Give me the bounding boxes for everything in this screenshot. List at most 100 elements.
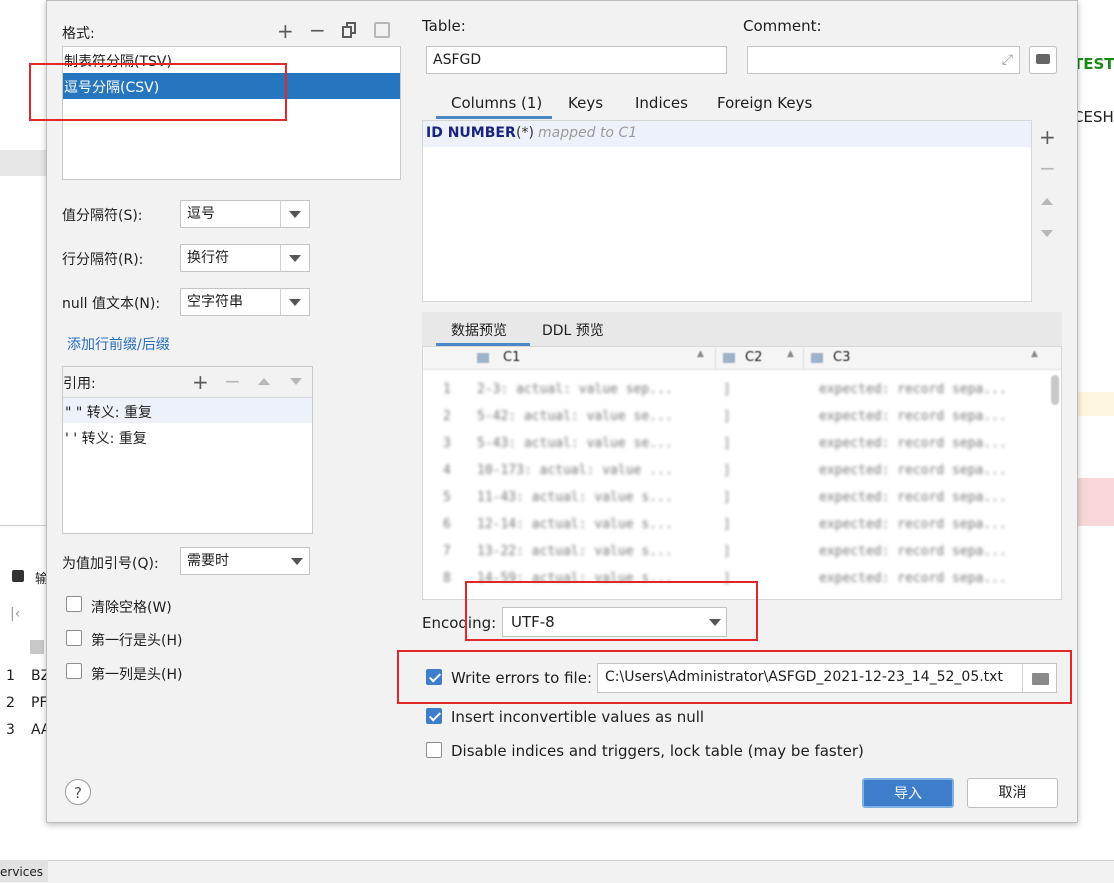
help-icon[interactable]: ? — [65, 779, 91, 805]
preview-row-number: 6 — [443, 517, 451, 532]
preview-cell: ] — [723, 490, 731, 505]
first-row-header-label: 第一行是头(H) — [91, 633, 183, 649]
preview-cell: expected: record sepa... — [819, 409, 1007, 424]
move-down-icon — [1041, 230, 1053, 237]
null-text-select[interactable]: 空字符串 — [180, 288, 310, 316]
first-row-header-checkbox[interactable] — [66, 630, 82, 646]
annotation-box-format — [29, 63, 287, 121]
comment-label: Comment: — [743, 17, 822, 35]
first-page-icon[interactable]: |‹ — [10, 606, 20, 622]
annotation-box-encoding — [465, 581, 758, 641]
copy-icon[interactable] — [342, 22, 358, 39]
preview-row: 7 13-22: actual: value s...] expected: rec… — [425, 540, 1055, 565]
tab-columns[interactable]: Columns (1) — [451, 94, 542, 112]
preview-cell: 5-43: actual: value se... — [477, 436, 673, 451]
preview-cell: expected: record sepa... — [819, 463, 1007, 478]
tab-ddl-preview[interactable]: DDL 预览 — [542, 320, 604, 340]
quote-values-label: 为值加引号(Q): — [62, 556, 159, 572]
preview-cell: 5-42: actual: value se... — [477, 409, 673, 424]
preview-row-number: 3 — [443, 436, 451, 451]
preview-cell: 10-173: actual: value ... — [477, 463, 673, 478]
first-column-header-checkbox[interactable] — [66, 663, 82, 679]
disable-indices-checkbox[interactable] — [426, 742, 442, 758]
column-required-marker: (*) — [516, 125, 534, 141]
preview-cell: ] — [723, 382, 731, 397]
preview-cell: expected: record sepa... — [819, 382, 1007, 397]
save-icon — [374, 22, 390, 38]
services-tab[interactable]: ervices — [0, 860, 48, 882]
cancel-button[interactable]: 取消 — [967, 778, 1058, 808]
move-up-icon — [1041, 198, 1053, 205]
ide-background-left — [0, 0, 47, 882]
ide-background-right — [1076, 0, 1114, 860]
preview-header-c1: C1 — [503, 350, 521, 365]
column-name: ID NUMBER — [426, 125, 516, 141]
column-icon — [30, 640, 44, 654]
quote-toolbar — [63, 367, 312, 398]
ide-highlight-red — [1076, 478, 1114, 526]
chevron-down-icon — [289, 255, 301, 262]
expand-icon[interactable]: ⤢ — [1002, 52, 1013, 68]
move-up-icon — [258, 378, 270, 385]
add-icon[interactable]: + — [192, 372, 209, 392]
add-icon[interactable]: + — [277, 21, 294, 41]
trim-whitespace-checkbox[interactable] — [66, 596, 82, 612]
preview-cell: ] — [723, 544, 731, 559]
null-text-label: null 值文本(N): — [62, 296, 161, 312]
table-name-input[interactable]: ASFGD — [426, 46, 727, 74]
row-separator-select[interactable]: 换行符 — [180, 244, 310, 272]
preview-cell: 12-14: actual: value s... — [477, 517, 673, 532]
preview-row-number: 5 — [443, 490, 451, 505]
ide-code-text: CESHI — [1073, 108, 1114, 126]
preview-cell: ] — [723, 409, 731, 424]
chat-icon — [1036, 54, 1050, 64]
ide-divider — [0, 525, 47, 526]
add-icon[interactable]: + — [1039, 127, 1056, 147]
insert-null-checkbox[interactable] — [426, 708, 442, 724]
add-prefix-suffix-link[interactable]: 添加行前缀/后缀 — [67, 334, 170, 354]
ide-row-num: 3 — [6, 722, 15, 738]
import-button[interactable]: 导入 — [862, 778, 954, 808]
quote-panel: 引用: + − " " 转义: 重复 ' ' 转义: 重复 — [62, 366, 313, 534]
quote-item[interactable]: ' ' 转义: 重复 — [63, 424, 312, 449]
preview-header: C1 ▲ C2 ▲ C3 ▲ — [423, 347, 1061, 370]
preview-row-number: 8 — [443, 571, 451, 586]
quote-values-select[interactable]: 需要时 — [180, 547, 310, 575]
preview-row-number: 4 — [443, 463, 451, 478]
comment-button[interactable] — [1029, 46, 1057, 74]
chevron-down-icon — [289, 211, 301, 218]
preview-row: 2 5-42: actual: value se...] expected: rec… — [425, 405, 1055, 430]
trim-whitespace-label: 清除空格(W) — [91, 600, 172, 616]
preview-cell: 11-43: actual: value s... — [477, 490, 673, 505]
tab-data-preview[interactable]: 数据预览 — [451, 320, 507, 340]
tab-foreign-keys[interactable]: Foreign Keys — [717, 94, 812, 112]
remove-icon: − — [1039, 156, 1056, 180]
preview-row-number: 7 — [443, 544, 451, 559]
preview-cell: ] — [723, 517, 731, 532]
quote-label: 引用: — [63, 376, 96, 392]
column-mapping: mapped to C1 — [538, 125, 638, 141]
ide-highlight-yellow — [1076, 392, 1114, 416]
row-separator-label: 行分隔符(R): — [62, 252, 144, 268]
remove-icon[interactable]: − — [309, 20, 326, 40]
tab-keys[interactable]: Keys — [568, 94, 603, 112]
quote-item[interactable]: " " 转义: 重复 — [63, 398, 312, 423]
column-icon — [477, 353, 489, 363]
table-label: Table: — [422, 17, 466, 35]
preview-cell: expected: record sepa... — [819, 436, 1007, 451]
column-row[interactable]: ID NUMBER (*) mapped to C1 — [423, 121, 1031, 147]
preview-cell: expected: record sepa... — [819, 571, 1007, 586]
value-separator-select[interactable]: 逗号 — [180, 200, 310, 228]
disable-indices-label: Disable indices and triggers, lock table… — [451, 742, 864, 760]
preview-cell: expected: record sepa... — [819, 517, 1007, 532]
tab-indices[interactable]: Indices — [635, 94, 688, 112]
comment-input[interactable]: ⤢ — [747, 46, 1020, 74]
remove-icon: − — [224, 369, 241, 393]
preview-row: 5 11-43: actual: value s...] expected: rec… — [425, 486, 1055, 511]
preview-row: 6 12-14: actual: value s...] expected: rec… — [425, 513, 1055, 538]
preview-tab-bar — [422, 312, 1062, 346]
first-column-header-label: 第一列是头(H) — [91, 667, 183, 683]
preview-cell: 13-22: actual: value s... — [477, 544, 673, 559]
value-separator-label: 值分隔符(S): — [62, 208, 143, 224]
chevron-down-icon — [289, 299, 301, 306]
